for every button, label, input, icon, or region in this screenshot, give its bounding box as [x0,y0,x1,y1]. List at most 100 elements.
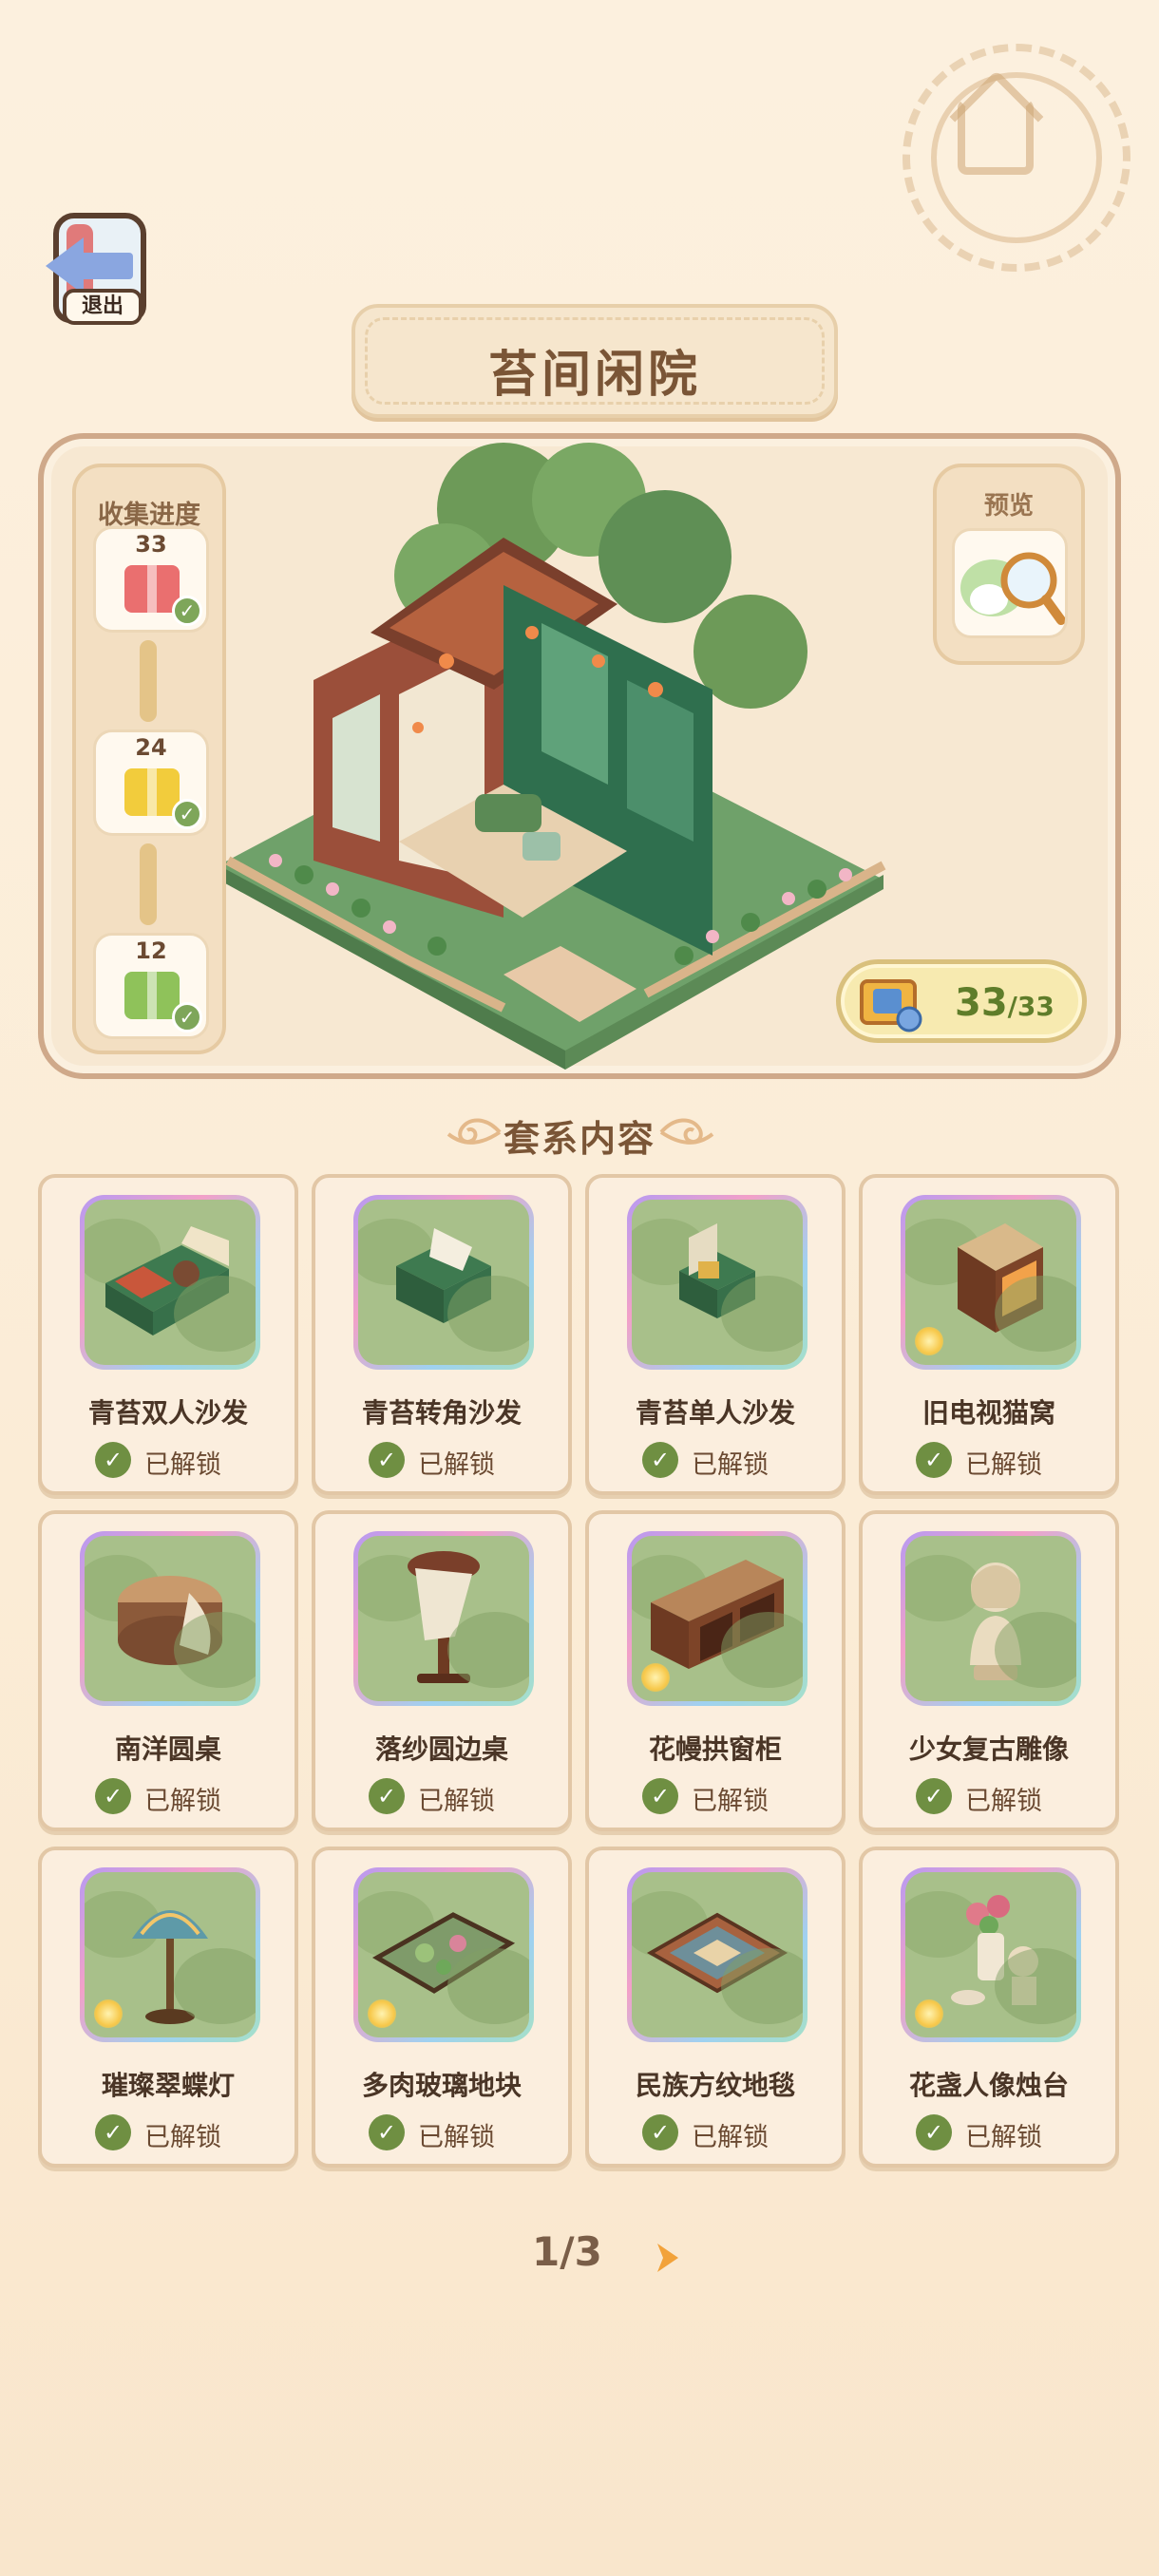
unlock-status: ✓ 已解锁 [642,2112,804,2152]
unlock-status: ✓ 已解锁 [642,1776,804,1816]
page-title: 苔间闲院 [487,347,701,404]
item-thumbnail [627,1867,808,2042]
furniture-card[interactable]: 落纱圆边桌 ✓ 已解锁 [312,1510,572,1831]
item-thumbnail [80,1195,260,1370]
candle-holder-icon [951,1895,1038,2005]
milestone-reward[interactable]: 24 ✓ [93,729,209,836]
collection-count-badge: 33/33 [836,959,1087,1043]
light-bulb-icon [368,1999,396,2028]
furniture-card[interactable]: 民族方纹地毯 ✓ 已解锁 [585,1847,846,2168]
item-name: 落纱圆边桌 [374,1733,508,1765]
round-table-icon [118,1576,222,1665]
item-name: 民族方纹地毯 [635,2070,795,2101]
item-name: 璀璨翠蝶灯 [101,2070,235,2101]
total-count: /33 [1007,991,1054,1022]
preview-button[interactable]: 预览 [933,464,1085,665]
item-thumbnail [901,1195,1081,1370]
check-icon: ✓ [95,2114,131,2150]
check-icon: ✓ [916,2114,952,2150]
page-indicator: 1/3 [532,2228,602,2275]
check-icon: ✓ [369,1778,405,1814]
unlock-status: ✓ 已解锁 [642,1440,804,1480]
furniture-card[interactable]: 青苔双人沙发 ✓ 已解锁 [38,1174,298,1495]
check-icon: ✓ [95,1778,131,1814]
patterned-rug-icon [646,1912,788,1994]
item-name: 花幔拱窗柜 [648,1733,782,1765]
check-icon: ✓ [642,1778,678,1814]
milestone-count: 24 [135,734,167,761]
item-name: 少女复古雕像 [908,1733,1069,1765]
armchair-icon [679,1223,755,1318]
milestone-reward[interactable]: 33 ✓ [93,526,209,633]
collection-progress-rail: 收集进度 33 ✓ 24 ✓ 12 ✓ [72,464,226,1054]
preview-thumbnail [952,528,1068,638]
item-name: 青苔转角沙发 [361,1397,522,1429]
check-icon: ✓ [916,1778,952,1814]
check-icon: ✓ [642,2114,678,2150]
unlock-status: ✓ 已解锁 [916,1440,1077,1480]
collection-count: 33/33 [955,981,1054,1025]
collection-scroll-icon [860,979,922,1032]
item-thumbnail [80,1867,260,2042]
light-bulb-icon [641,1663,670,1692]
preview-label: 预览 [983,492,1034,521]
item-name: 青苔单人沙发 [635,1397,795,1429]
home-stamp-icon [902,44,1130,272]
item-name: 多肉玻璃地块 [361,2070,522,2101]
tiffany-lamp-icon [132,1910,208,2024]
light-bulb-icon [915,1327,943,1355]
item-name: 旧电视猫窝 [922,1397,1055,1429]
unlock-status: ✓ 已解锁 [369,2112,530,2152]
light-bulb-icon [94,1999,123,2028]
check-icon: ✓ [369,1442,405,1478]
claimed-check-icon: ✓ [172,1002,202,1032]
milestone-count: 12 [135,938,167,964]
item-thumbnail [80,1531,260,1706]
light-bulb-icon [915,1999,943,2028]
section-title: 套系内容 [503,1118,656,1160]
collection-page: 退出 苔间闲院 收集进度 33 ✓ 24 ✓ 12 ✓ 预览 33/33 套系内… [0,0,1159,2576]
claimed-check-icon: ✓ [172,596,202,626]
furniture-card[interactable]: 青苔单人沙发 ✓ 已解锁 [585,1174,846,1495]
check-icon: ✓ [95,1442,131,1478]
milestone-reward[interactable]: 12 ✓ [93,933,209,1039]
item-thumbnail [353,1531,534,1706]
tv-cat-bed-icon [958,1223,1043,1333]
furniture-card[interactable]: 青苔转角沙发 ✓ 已解锁 [312,1174,572,1495]
unlock-status: ✓ 已解锁 [369,1440,530,1480]
furniture-card[interactable]: 花盏人像烛台 ✓ 已解锁 [859,1847,1119,2168]
item-name: 青苔双人沙发 [87,1397,248,1429]
unlock-status: ✓ 已解锁 [95,2112,256,2152]
collected-count: 33 [955,981,1008,1025]
check-icon: ✓ [369,2114,405,2150]
furniture-card[interactable]: 南洋圆桌 ✓ 已解锁 [38,1510,298,1831]
set-title-plate: 苔间闲院 [352,304,838,418]
milestone-count: 33 [135,531,167,558]
furniture-card[interactable]: 少女复古雕像 ✓ 已解锁 [859,1510,1119,1831]
unlock-status: ✓ 已解锁 [369,1776,530,1816]
unlock-status: ✓ 已解锁 [916,2112,1077,2152]
side-table-icon [408,1551,480,1683]
unlock-status: ✓ 已解锁 [916,1776,1077,1816]
exit-button[interactable]: 退出 [40,207,154,331]
item-name: 南洋圆桌 [114,1733,221,1765]
furniture-card[interactable]: 璀璨翠蝶灯 ✓ 已解锁 [38,1847,298,2168]
unlock-status: ✓ 已解锁 [95,1440,256,1480]
loveseat-icon [105,1226,229,1335]
item-name: 花盏人像烛台 [908,2070,1069,2101]
furniture-card[interactable]: 旧电视猫窝 ✓ 已解锁 [859,1174,1119,1495]
item-thumbnail [901,1531,1081,1706]
bust-statue-icon [970,1563,1021,1680]
progress-connector [140,640,157,722]
red-gift-box-icon [124,565,180,613]
next-page-arrow-icon[interactable] [652,2240,682,2276]
gold-gift-box-icon [124,768,180,816]
exit-label: 退出 [63,289,142,325]
corner-sofa-icon [396,1228,491,1323]
furniture-card[interactable]: 多肉玻璃地块 ✓ 已解锁 [312,1847,572,2168]
right-flourish-icon [659,1118,714,1145]
furniture-card[interactable]: 花幔拱窗柜 ✓ 已解锁 [585,1510,846,1831]
item-thumbnail [627,1531,808,1706]
item-thumbnail [353,1195,534,1370]
item-thumbnail [353,1867,534,2042]
